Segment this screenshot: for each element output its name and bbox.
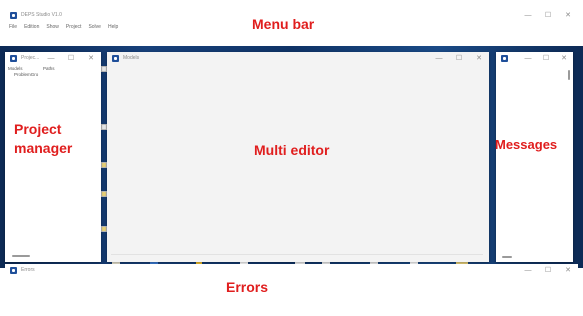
- editor-area[interactable]: [109, 65, 487, 259]
- menu-help[interactable]: Help: [108, 22, 118, 32]
- label-menu-bar: Menu bar: [252, 16, 315, 32]
- menu-solve[interactable]: Solve: [88, 22, 101, 32]
- minimize-icon[interactable]: —: [41, 52, 61, 65]
- scrollbar-thumb[interactable]: [502, 256, 512, 258]
- label-project-manager-1: Project: [14, 121, 62, 137]
- label-messages: Messages: [495, 137, 558, 152]
- menu-file[interactable]: File: [9, 22, 17, 32]
- project-window-title: Projec...: [21, 55, 40, 61]
- maximize-icon[interactable]: ☐: [449, 52, 469, 65]
- app-icon: [10, 12, 17, 19]
- close-icon[interactable]: ✕: [558, 264, 578, 277]
- menu-project[interactable]: Project: [66, 22, 82, 32]
- app-icon: [112, 55, 119, 62]
- app-icon: [10, 55, 17, 62]
- messages-window: — ☐ ✕: [496, 52, 573, 262]
- messages-titlebar[interactable]: — ☐ ✕: [496, 52, 573, 65]
- maximize-icon[interactable]: ☐: [538, 9, 558, 22]
- app-icon: [501, 55, 508, 62]
- errors-titlebar[interactable]: Errors — ☐ ✕: [5, 264, 578, 277]
- label-project-manager-2: manager: [14, 140, 73, 156]
- models-titlebar[interactable]: Models — ☐ ✕: [107, 52, 489, 65]
- close-icon[interactable]: ✕: [81, 52, 101, 65]
- maximize-icon[interactable]: ☐: [537, 52, 555, 65]
- errors-window-title: Errors: [21, 267, 35, 273]
- models-window-title: Models: [123, 55, 140, 61]
- minimize-icon[interactable]: —: [518, 9, 538, 22]
- main-window-title: DEPS Studio V1.0: [21, 12, 62, 18]
- editor-divider: [111, 254, 483, 255]
- menu-show[interactable]: Show: [46, 22, 59, 32]
- project-titlebar[interactable]: Projec... — ☐ ✕: [5, 52, 101, 65]
- menu-edition[interactable]: Edition: [24, 22, 39, 32]
- app-icon: [10, 267, 17, 274]
- minimize-icon[interactable]: —: [429, 52, 449, 65]
- label-multi-editor: Multi editor: [254, 142, 330, 158]
- maximize-icon[interactable]: ☐: [61, 52, 81, 65]
- errors-window: Errors — ☐ ✕: [5, 264, 578, 277]
- minimize-icon[interactable]: —: [519, 52, 537, 65]
- project-window: Projec... — ☐ ✕ Models Paths ProblemGro: [5, 52, 101, 262]
- tree-item-problemgro[interactable]: ProblemGro: [14, 72, 38, 78]
- scrollbar-thumb[interactable]: [12, 255, 30, 257]
- scrollbar-thumb[interactable]: [568, 70, 570, 80]
- label-errors: Errors: [226, 279, 269, 295]
- close-icon[interactable]: ✕: [469, 52, 489, 65]
- tab-paths[interactable]: Paths: [43, 66, 55, 72]
- minimize-icon[interactable]: —: [518, 264, 538, 277]
- close-icon[interactable]: ✕: [558, 9, 578, 22]
- maximize-icon[interactable]: ☐: [538, 264, 558, 277]
- close-icon[interactable]: ✕: [555, 52, 573, 65]
